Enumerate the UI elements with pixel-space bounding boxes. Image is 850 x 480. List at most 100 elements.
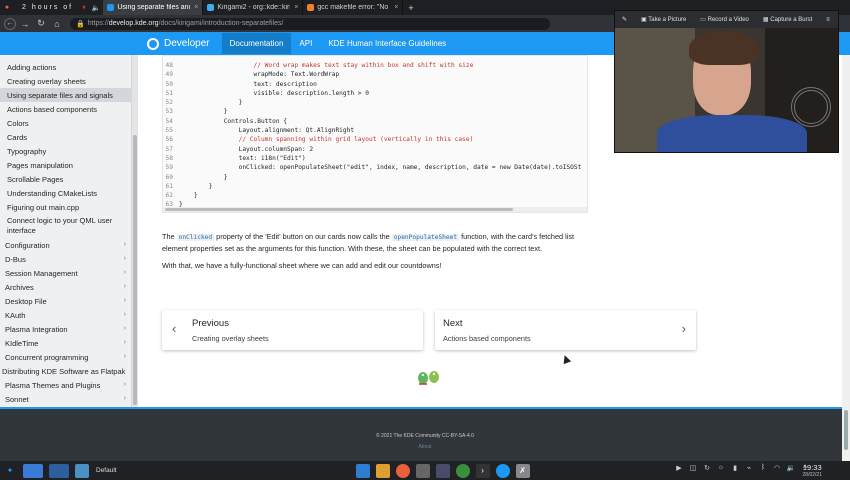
home-button[interactable]: ⌂ <box>50 17 64 31</box>
forward-button[interactable]: → <box>18 17 32 31</box>
monitor-app-icon[interactable] <box>435 463 450 478</box>
file-manager-icon[interactable] <box>375 463 390 478</box>
sidebar-item-19[interactable]: KIdleTime › <box>0 336 131 350</box>
clipboard-icon[interactable]: ◫ <box>688 464 698 476</box>
page-scrollbar[interactable] <box>842 55 850 461</box>
page-footer: © 2021 The KDE Community CC-BY-SA-4.0 Ab… <box>0 407 850 461</box>
p1-text-b: property of the 'Edit' button on our car… <box>214 232 392 241</box>
reload-button[interactable]: ↻ <box>34 17 48 31</box>
sidebar-item-0[interactable]: Adding actions <box>0 60 131 74</box>
sidebar-item-18[interactable]: Plasma Integration › <box>0 322 131 336</box>
wifi-icon[interactable]: ◠ <box>772 464 782 476</box>
discover-app-icon[interactable] <box>495 463 510 478</box>
browser-app-icon[interactable] <box>395 463 410 478</box>
activity-icon[interactable] <box>75 463 89 478</box>
record-video-button[interactable]: ▭ Record a Video <box>693 16 756 23</box>
pager-desktop-2-icon[interactable] <box>49 463 69 478</box>
address-bar[interactable]: 🔒 https:// develop.kde.org /docs/kirigam… <box>70 17 550 30</box>
chrome-app-icon[interactable] <box>455 463 470 478</box>
close-tab-icon[interactable]: × <box>194 4 198 11</box>
mute-icon[interactable]: 🔈 <box>89 4 104 12</box>
sidebar-item-9[interactable]: Understanding CMakeLists <box>0 186 131 200</box>
sidebar-item-10[interactable]: Figuring out main.cpp <box>0 200 131 214</box>
code-line: 52 } <box>163 98 587 107</box>
chevron-right-icon: › <box>123 269 126 276</box>
clock[interactable]: 19:33 28/02/21 <box>803 463 822 478</box>
sidebar-item-label: Plasma Integration <box>5 324 68 334</box>
page-scroll-thumb[interactable] <box>844 410 848 450</box>
chevron-right-icon: › <box>123 395 126 402</box>
tab-favicon-icon <box>107 4 115 11</box>
code-line: 59 onClicked: openPopulateSheet("edit", … <box>163 163 587 172</box>
window-menu-icon[interactable]: ● <box>0 1 14 15</box>
sidebar-item-6[interactable]: Typography <box>0 144 131 158</box>
webcam-app-icon[interactable] <box>415 463 430 478</box>
sidebar-item-5[interactable]: Cards <box>0 130 131 144</box>
back-button[interactable]: ← <box>4 17 16 30</box>
system-tray: ▶ ◫ ↻ ☼ ▮ ⌁ ᛒ ◠ 🔉 ˄ <box>672 464 812 476</box>
bluetooth-icon[interactable]: ᛒ <box>758 464 768 476</box>
sidebar-item-label: Configuration <box>5 240 50 250</box>
browser-tab-1[interactable]: Kirigami2 - org::kde::kirigam × <box>203 0 304 15</box>
sidebar-item-7[interactable]: Pages manipulation <box>0 158 131 172</box>
terminal-app-icon[interactable]: › <box>475 463 490 478</box>
header-menu-item-0[interactable]: Documentation <box>221 33 292 54</box>
code-scroll-thumb[interactable] <box>165 208 513 211</box>
close-tab-icon[interactable]: × <box>294 4 298 11</box>
sidebar-item-14[interactable]: Session Management › <box>0 266 131 280</box>
hamburger-menu-icon[interactable]: ≡ <box>819 17 837 23</box>
files-app-icon[interactable] <box>355 463 370 478</box>
sidebar-item-11[interactable]: Connect logic to your QML user interface <box>0 214 131 238</box>
sidebar-item-label: Sonnet <box>5 394 29 404</box>
code-block: 48 // Word wrap makes text stay within b… <box>162 55 588 213</box>
sidebar-item-21[interactable]: Distributing KDE Software as Flatpak <box>0 364 131 378</box>
footer-about-link[interactable]: About <box>0 444 850 450</box>
sidebar-item-12[interactable]: Configuration › <box>0 238 131 252</box>
updates-icon[interactable]: ↻ <box>702 464 712 476</box>
pause-icon[interactable]: ⏸ <box>79 4 89 12</box>
brightness-icon[interactable]: ☼ <box>716 464 726 476</box>
chevron-right-icon: › <box>681 321 686 336</box>
sidebar-item-17[interactable]: KAuth › <box>0 308 131 322</box>
sidebar-item-2[interactable]: Using separate files and signals <box>0 88 131 102</box>
sidebar-item-3[interactable]: Actions based components <box>0 102 131 116</box>
header-menu-item-1[interactable]: API <box>291 33 320 54</box>
sidebar-item-20[interactable]: Concurrent programming › <box>0 350 131 364</box>
take-picture-button[interactable]: ▣ Take a Picture <box>634 16 693 23</box>
code-scrollbar[interactable] <box>163 207 587 212</box>
media-icon[interactable]: ▶ <box>674 464 684 476</box>
tab-favicon-icon <box>307 4 315 11</box>
battery-icon[interactable]: ▮ <box>730 464 740 476</box>
previous-page-card[interactable]: ‹ Previous Creating overlay sheets <box>162 310 423 350</box>
sidebar-item-label: Session Management <box>5 268 78 278</box>
pager-desktop-1-icon[interactable] <box>23 463 43 478</box>
code-text: visible: description.length > 0 <box>179 89 370 97</box>
close-tab-icon[interactable]: × <box>394 4 398 11</box>
pen-icon[interactable]: ✎ <box>615 16 634 23</box>
browser-tab-0[interactable]: Using separate files and × <box>103 0 204 15</box>
sidebar-item-23[interactable]: Sonnet › <box>0 392 131 406</box>
sidebar-scrollbar[interactable] <box>132 55 138 407</box>
new-tab-button[interactable]: + <box>403 3 418 13</box>
chevron-right-icon: › <box>123 353 126 360</box>
browser-tab-2[interactable]: gcc makefile error: "No ru × <box>303 0 404 15</box>
volume-icon[interactable]: 🔉 <box>786 464 796 476</box>
sidebar-item-15[interactable]: Archives › <box>0 280 131 294</box>
capture-burst-button[interactable]: ▦ Capture a Burst <box>756 16 819 23</box>
docs-sidebar: Adding actions Creating overlay sheets Usi… <box>0 55 132 407</box>
app-launcher-icon[interactable]: ✦ <box>3 464 17 478</box>
sidebar-scroll-thumb[interactable] <box>133 135 137 405</box>
next-page-card[interactable]: Next Actions based components › <box>435 310 696 350</box>
sidebar-item-13[interactable]: D-Bus › <box>0 252 131 266</box>
usb-icon[interactable]: ⌁ <box>744 464 754 476</box>
sidebar-item-4[interactable]: Colors <box>0 116 131 130</box>
kdevelop-app-icon[interactable]: ✗ <box>515 463 530 478</box>
sidebar-item-1[interactable]: Creating overlay sheets <box>0 74 131 88</box>
sidebar-item-16[interactable]: Desktop File › <box>0 294 131 308</box>
sidebar-item-8[interactable]: Scrollable Pages <box>0 172 131 186</box>
desktop-name[interactable]: Default <box>96 467 117 474</box>
sidebar-item-22[interactable]: Plasma Themes and Plugins › <box>0 378 131 392</box>
header-menu-item-2[interactable]: KDE Human Interface Guidelines <box>320 33 454 54</box>
kde-logo-link[interactable]: Developer <box>147 37 210 50</box>
sidebar-item-label: Pages manipulation <box>7 160 73 170</box>
